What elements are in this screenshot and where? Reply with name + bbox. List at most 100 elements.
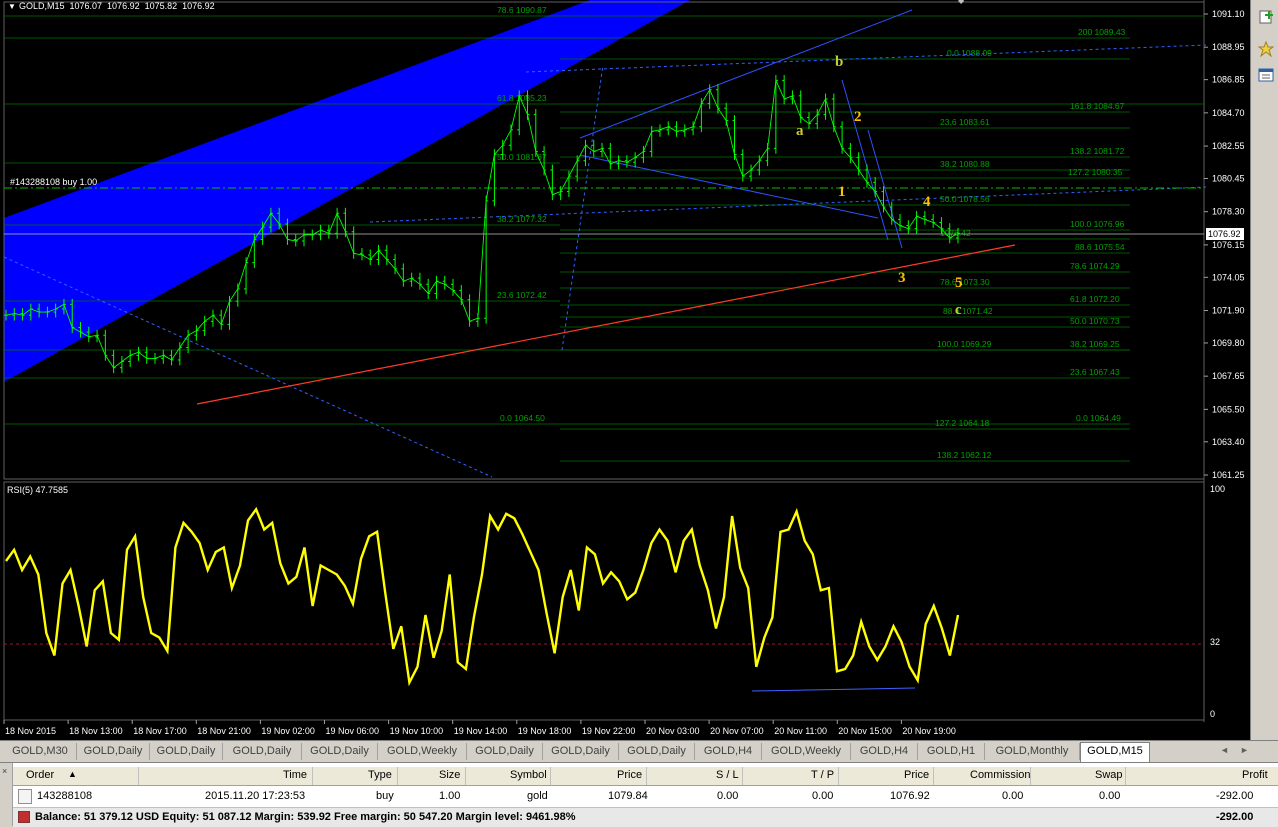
- rsi-axis-label: 100: [1210, 484, 1225, 494]
- fib-level-label: 78.6 1090.87: [497, 5, 547, 15]
- col-profit[interactable]: Profit: [1242, 769, 1268, 781]
- time-axis-label: 18 Nov 21:00: [197, 726, 251, 736]
- price-axis-label: 1065.50: [1212, 404, 1245, 414]
- list-window-icon[interactable]: [1255, 64, 1277, 86]
- tab-gold-m15[interactable]: GOLD,M15: [1080, 742, 1150, 762]
- time-axis-label: 19 Nov 22:00: [582, 726, 636, 736]
- col-current-price[interactable]: Price: [904, 769, 929, 781]
- balance-profit: -292.00: [1216, 811, 1254, 823]
- col-order[interactable]: Order: [26, 769, 54, 781]
- tab-gold-m30[interactable]: GOLD,M30: [4, 743, 77, 760]
- fib-level-label: 23.6 1067.43: [1070, 367, 1120, 377]
- tab-gold-monthly[interactable]: GOLD,Monthly: [985, 743, 1080, 760]
- tab-gold-h4[interactable]: GOLD,H4: [851, 743, 918, 760]
- price-axis-label: 1061.25: [1212, 470, 1245, 480]
- col-price[interactable]: Price: [617, 769, 642, 781]
- favorites-star-icon[interactable]: [1255, 38, 1277, 60]
- fib-level-label: 1076.42: [940, 228, 971, 238]
- col-time[interactable]: Time: [283, 769, 307, 781]
- price-axis-label: 1067.65: [1212, 371, 1245, 381]
- price-axis-label: 1084.70: [1212, 108, 1245, 118]
- order-commission: 0.00: [1002, 790, 1024, 802]
- price-axis-label: 1069.80: [1212, 338, 1245, 348]
- fib-level-label: 88.6 1071.42: [943, 306, 993, 316]
- rsi-axis-label: 0: [1210, 709, 1215, 719]
- tab-gold-daily[interactable]: GOLD,Daily: [223, 743, 302, 760]
- time-axis-label: 20 Nov 11:00: [774, 726, 827, 736]
- fib-level-label: 50.0 1078.56: [940, 194, 990, 204]
- col-type[interactable]: Type: [368, 769, 392, 781]
- tab-gold-weekly[interactable]: GOLD,Weekly: [762, 743, 851, 760]
- order-sl: 0.00: [717, 790, 739, 802]
- order-profit: -292.00: [1216, 790, 1254, 802]
- chart-window[interactable]: 78.6 1090.87 200 1089.43 0.0 1088.09 161.8 …: [0, 0, 1250, 740]
- price-axis: 1091.10 1088.95 1086.85 1084.70 1082.55 1080.…: [1204, 9, 1245, 480]
- order-swap: 0.00: [1099, 790, 1121, 802]
- tab-gold-h1[interactable]: GOLD,H1: [918, 743, 985, 760]
- price-axis-label: 1071.90: [1212, 306, 1245, 316]
- wave-label: 5: [955, 275, 963, 291]
- price-axis-label: 1088.95: [1212, 42, 1245, 52]
- tab-gold-daily[interactable]: GOLD,Daily: [619, 743, 695, 760]
- close-icon[interactable]: ×: [2, 766, 7, 776]
- col-stop-loss[interactable]: S / L: [716, 769, 739, 781]
- tab-gold-daily[interactable]: GOLD,Daily: [150, 743, 223, 760]
- dashed-fib-axis: [561, 64, 604, 351]
- fib-level-label: 0.0 1064.50: [500, 413, 545, 423]
- fib-level-label: 200 1089.43: [1078, 27, 1126, 37]
- order-row[interactable]: 143288108 2015.11.20 17:23:53 buy 1.00 g…: [13, 787, 1278, 805]
- tab-gold-daily[interactable]: GOLD,Daily: [77, 743, 150, 760]
- rsi-header: RSI(5) 47.7585: [7, 485, 68, 495]
- dashed-resistance: [525, 44, 1207, 73]
- tabs-scroll-left-icon[interactable]: ◄: [1220, 745, 1229, 755]
- chart-tabs-bar: GOLD,M30 GOLD,Daily GOLD,Daily GOLD,Dail…: [0, 740, 1278, 763]
- chart-menu-icon[interactable]: ▼: [8, 2, 16, 11]
- balance-row: Balance: 51 379.12 USD Equity: 51 087.12…: [13, 807, 1278, 827]
- price-axis-label: 1078.30: [1212, 207, 1245, 217]
- col-size[interactable]: Size: [439, 769, 460, 781]
- right-toolbar: [1250, 0, 1278, 740]
- col-symbol[interactable]: Symbol: [510, 769, 547, 781]
- price-axis-label: 1076.15: [1212, 240, 1245, 250]
- time-axis-label: 18 Nov 2015: [5, 726, 56, 736]
- terminal-side-handle[interactable]: ×: [0, 763, 13, 826]
- fib-level-label: 138.2 1081.72: [1070, 146, 1125, 156]
- time-axis-label: 19 Nov 06:00: [326, 726, 380, 736]
- time-axis-label: 18 Nov 17:00: [133, 726, 187, 736]
- tab-gold-daily[interactable]: GOLD,Daily: [543, 743, 619, 760]
- wave-label: b: [835, 54, 843, 70]
- rsi-axis-label: 32: [1210, 637, 1220, 647]
- tab-gold-daily[interactable]: GOLD,Daily: [467, 743, 543, 760]
- order-type: buy: [376, 790, 394, 802]
- fib-level-label: 50.0 1070.73: [1070, 316, 1120, 326]
- dashed-trendline: [3, 256, 493, 478]
- fib-level-label: 0.0 1088.09: [947, 48, 992, 58]
- order-time: 2015.11.20 17:23:53: [205, 790, 306, 802]
- price-chart[interactable]: 78.6 1090.87200 1089.430.0 1088.09161.8 …: [0, 0, 1250, 740]
- rsi-axis: 100 32 0: [1210, 484, 1225, 719]
- wave-label: a: [796, 123, 804, 139]
- order-size: 1.00: [439, 790, 461, 802]
- tab-gold-daily[interactable]: GOLD,Daily: [302, 743, 378, 760]
- fib-level-label: 61.8 1072.20: [1070, 294, 1120, 304]
- tab-gold-weekly[interactable]: GOLD,Weekly: [378, 743, 467, 760]
- tab-gold-h4[interactable]: GOLD,H4: [695, 743, 762, 760]
- col-commission[interactable]: Commission: [970, 769, 1031, 781]
- current-price-label: 1076.92: [1208, 229, 1241, 239]
- fib-level-label: 88.6 1075.54: [1075, 242, 1125, 252]
- corner-marker-icon: ◆: [958, 0, 965, 5]
- new-order-icon[interactable]: [1255, 6, 1277, 28]
- time-axis-label: 20 Nov 03:00: [646, 726, 700, 736]
- fib-level-label: 0.0 1064.49: [1076, 413, 1121, 423]
- fib-level-label: 23.6 1072.42: [497, 290, 547, 300]
- time-axis-label: 20 Nov 19:00: [902, 726, 956, 736]
- fibonacci-labels: 78.6 1090.87200 1089.430.0 1088.09161.8 …: [497, 5, 1126, 460]
- wave-label: 3: [898, 270, 906, 286]
- balance-summary: Balance: 51 379.12 USD Equity: 51 087.12…: [35, 811, 576, 823]
- col-take-profit[interactable]: T / P: [811, 769, 834, 781]
- price-axis-label: 1086.85: [1212, 75, 1245, 85]
- order-open-price: 1079.84: [608, 790, 648, 802]
- wave-label: 2: [854, 109, 862, 125]
- tabs-scroll-right-icon[interactable]: ►: [1240, 745, 1249, 755]
- col-swap[interactable]: Swap: [1095, 769, 1123, 781]
